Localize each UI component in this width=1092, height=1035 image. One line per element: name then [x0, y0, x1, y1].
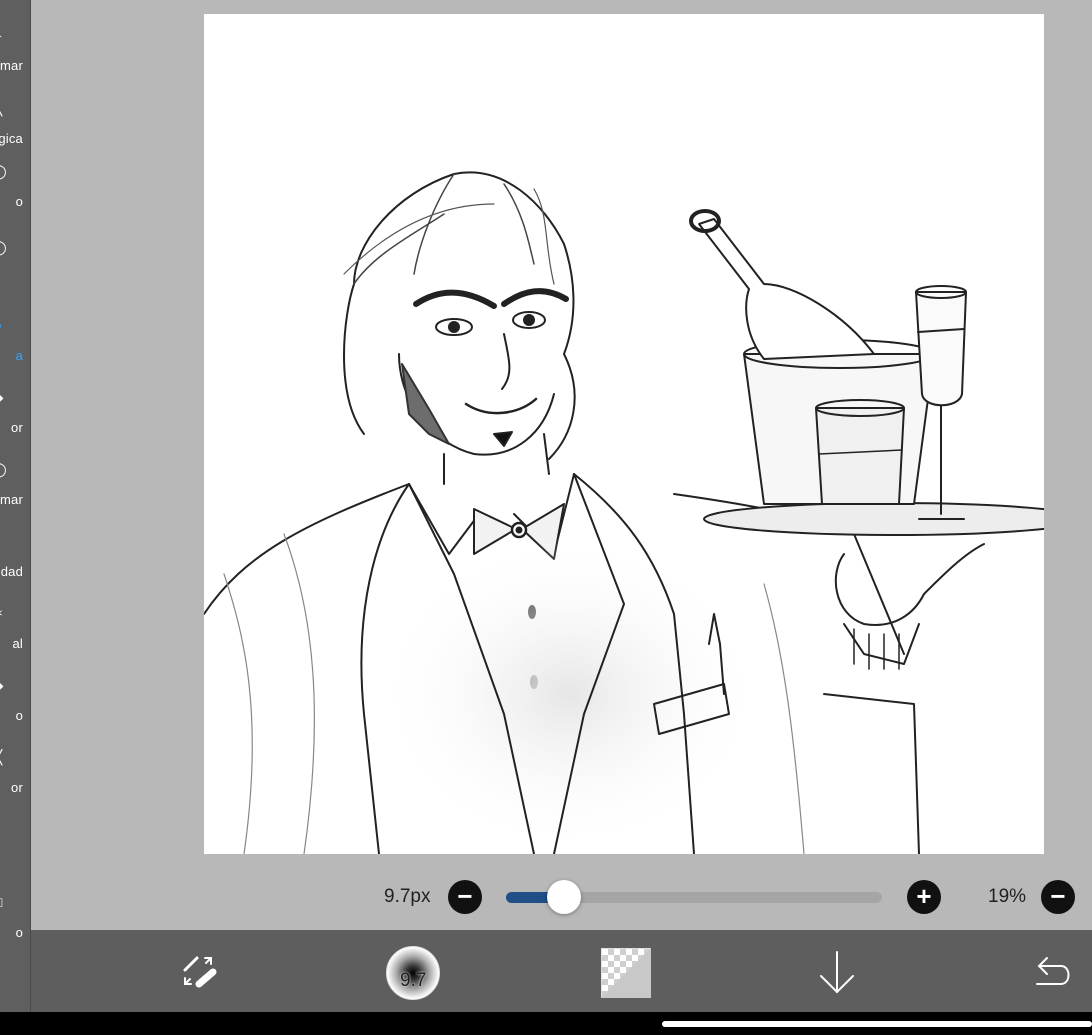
sidebar-item-transform[interactable]: ▸ mar [0, 28, 30, 100]
sidebar-item-label: mar [0, 58, 23, 73]
artwork-sketch [204, 171, 1044, 854]
brush-size-bar: 9.7px − + 19% − [0, 872, 1092, 922]
transform-icon: ▸ [0, 28, 5, 42]
bottom-toolbar: 9.7 [31, 930, 1092, 1012]
undo-icon [1036, 957, 1070, 985]
brush-icon: ● [0, 318, 5, 332]
lasso-icon: ◯ [0, 164, 7, 178]
zoom-level: 19% [988, 886, 1027, 907]
smudge-icon: ◯ [0, 462, 7, 476]
home-indicator[interactable] [662, 1021, 1092, 1027]
sidebar-item-blur[interactable]: dad [0, 534, 30, 606]
color-slash [601, 948, 651, 998]
sidebar-item-label: o [15, 194, 23, 209]
sidebar-item-label: al [12, 636, 23, 651]
plus-icon: + [916, 881, 932, 911]
sidebar-item-label: o [15, 708, 23, 723]
sidebar-item-bucket[interactable]: ✶ al [0, 606, 30, 678]
bucket-icon: ✶ [0, 606, 5, 620]
slider-thumb[interactable] [547, 880, 582, 914]
sidebar-item-label: a [15, 348, 23, 363]
minus-icon: − [1050, 881, 1066, 911]
sidebar-item-eraser[interactable]: ◆ or [0, 390, 30, 462]
sidebar-item-label: gica [0, 131, 23, 146]
color-button[interactable] [601, 948, 653, 1000]
brush-settings-button[interactable]: 9.7 [386, 946, 440, 1000]
tool-sidebar: ▸ mar ╲ gica ◯ o ◯ ● a ◆ or ◯ mar dad ✶ … [0, 0, 31, 1012]
sidebar-item-label: mar [0, 492, 23, 507]
undo-button[interactable] [1031, 946, 1083, 998]
minus-icon: − [457, 881, 473, 911]
divider-icon: ╳ [0, 750, 5, 764]
swap-tools-button[interactable] [177, 950, 223, 996]
sidebar-item-label: o [15, 925, 23, 940]
sidebar-item-smudge[interactable]: ◯ mar [0, 462, 30, 534]
sidebar-item-brush[interactable]: ● a [0, 318, 30, 390]
system-home-bar [0, 1012, 1092, 1035]
increase-size-button[interactable]: + [907, 880, 941, 914]
blur-icon [0, 534, 5, 548]
layer-down-button[interactable] [815, 946, 867, 998]
decrease-size-button[interactable]: − [448, 880, 482, 914]
brush-size-value: 9.7 [400, 970, 427, 991]
brush-size-slider[interactable] [506, 880, 882, 914]
sidebar-item-text[interactable]: ◆ o [0, 678, 30, 750]
swap-tools-icon [183, 956, 217, 988]
sidebar-item-divider[interactable]: ╳ or [0, 750, 30, 822]
brush-size-label: 9.7px [384, 886, 431, 907]
magic-wand-icon: ╲ [0, 101, 5, 115]
zoom-out-button[interactable]: − [1041, 880, 1075, 914]
sidebar-item-label: dad [0, 564, 23, 579]
eraser-icon: ◆ [0, 390, 5, 404]
text-icon: ◆ [0, 678, 5, 692]
filter-icon: ◯ [0, 240, 7, 254]
sidebar-item-label: or [11, 780, 23, 795]
sidebar-item-label: or [11, 420, 23, 435]
sidebar-item-lasso[interactable]: ◯ o [0, 164, 30, 236]
drawing-canvas[interactable] [204, 14, 1044, 854]
sidebar-item-filter[interactable]: ◯ [0, 240, 30, 312]
arrow-down-icon [820, 951, 854, 994]
